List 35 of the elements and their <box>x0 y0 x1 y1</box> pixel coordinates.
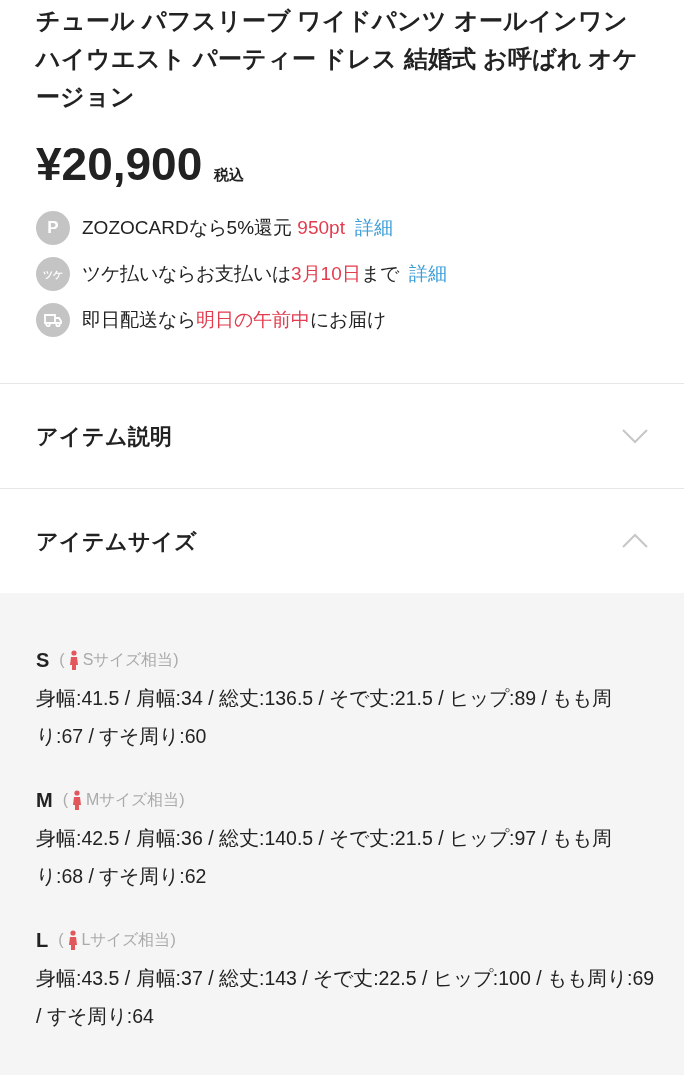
info-text: ZOZOCARDなら5%還元 <box>82 215 294 240</box>
info-text: にお届け <box>310 307 386 332</box>
size-note: Mサイズ相当 <box>86 790 180 810</box>
price: ¥20,900 <box>36 137 203 192</box>
paren: ) <box>179 790 185 810</box>
chevron-down-icon <box>622 428 648 444</box>
truck-icon <box>36 303 70 337</box>
highlight-text: 明日の午前中 <box>196 307 310 332</box>
paren: ( <box>59 650 65 670</box>
points-icon: P <box>36 211 70 245</box>
size-label: M <box>36 788 53 813</box>
size-measurements: 身幅:43.5 / 肩幅:37 / 総丈:143 / そで丈:22.5 / ヒップ:100 / もも周り:69 / すそ周り:64 <box>36 966 656 1029</box>
tsuke-icon: ツケ <box>36 257 70 291</box>
paren: ( <box>58 930 64 950</box>
person-icon <box>68 650 79 670</box>
info-text: 即日配送なら <box>82 307 196 332</box>
paren: ) <box>170 930 176 950</box>
size-label: L <box>36 928 49 953</box>
product-title: チュール パフスリーブ ワイドパンツ オールインワン ハイウエスト パーティー ドレス 結婚式 お呼ばれ オケ ージョン <box>36 6 640 112</box>
chevron-up-icon <box>622 533 648 549</box>
size-measurements: 身幅:42.5 / 肩幅:36 / 総丈:140.5 / そで丈:21.5 / ヒップ:97 / もも周り:68 / すそ周り:62 <box>36 826 614 889</box>
paren: ) <box>173 650 179 670</box>
highlight-text: 950pt <box>297 215 345 240</box>
size-note: Lサイズ相当 <box>81 930 171 950</box>
size-measurements: 身幅:41.5 / 肩幅:34 / 総丈:136.5 / そで丈:21.5 / ヒップ:89 / もも周り:67 / すそ周り:60 <box>36 686 614 749</box>
person-icon <box>72 790 82 810</box>
highlight-text: 3月10日 <box>291 261 361 286</box>
person-icon <box>67 930 78 950</box>
paren: ( <box>62 790 68 810</box>
tax-label: 税込 <box>214 165 245 185</box>
info-text: まで <box>360 261 399 286</box>
info-text: ツケ払いならお支払いは <box>82 261 291 286</box>
size-note: Sサイズ相当 <box>82 650 174 670</box>
size-label: S <box>36 648 50 673</box>
accordion-header[interactable]: アイテム説明 <box>0 383 684 488</box>
